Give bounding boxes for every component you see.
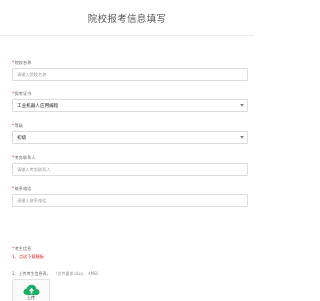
upload-button-label: 上传 <box>27 295 35 300</box>
page-title: 院校报考信息填写 <box>87 14 167 25</box>
upload-file-requirements: （文件要求:xlsx、 4MB） <box>53 271 101 276</box>
certificate-selected-value: 工业机器人应用编程 <box>17 104 59 109</box>
level-select[interactable]: 初级 <box>12 131 248 144</box>
phone-placeholder: 请输入联系电话 <box>17 198 47 204</box>
phone-label: *联系电话 <box>12 186 32 191</box>
exam-contact-label: *考务联系人 <box>12 155 36 160</box>
exam-contact-placeholder: 请输入考务联系人 <box>17 167 51 173</box>
level-label: *等级 <box>12 123 23 128</box>
school-name-label: *院校名称 <box>12 60 32 65</box>
chevron-down-icon <box>240 136 244 139</box>
upload-button[interactable]: 上传 <box>12 279 50 301</box>
title-divider <box>0 35 254 36</box>
chevron-down-icon <box>240 104 244 107</box>
candidate-info-label: *考生信息 <box>12 246 32 251</box>
upload-hint: 2、上传考生信息表， （文件要求:xlsx、 4MB） <box>12 271 101 276</box>
certificate-label: *报考证书 <box>12 91 32 96</box>
exam-contact-input[interactable]: 请输入考务联系人 <box>12 163 248 176</box>
school-name-placeholder: 请输入院校名称 <box>17 72 47 78</box>
certificate-select[interactable]: 工业机器人应用编程 <box>12 99 248 112</box>
level-selected-value: 初级 <box>17 136 27 141</box>
download-template-link[interactable]: 1、点这下载模板 <box>12 254 44 260</box>
school-name-input[interactable]: 请输入院校名称 <box>12 68 248 81</box>
phone-input[interactable]: 请输入联系电话 <box>12 194 248 207</box>
